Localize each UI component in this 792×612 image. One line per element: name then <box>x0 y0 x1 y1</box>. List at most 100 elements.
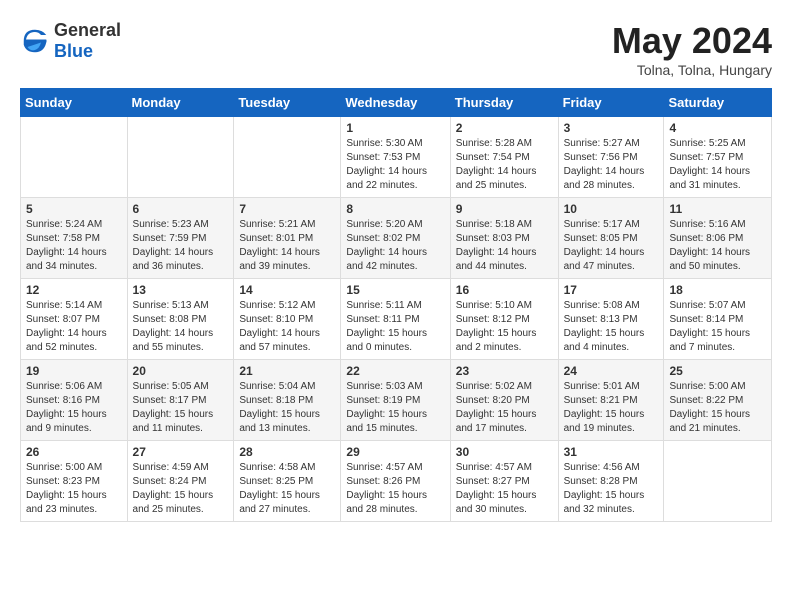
calendar-cell: 12 Sunrise: 5:14 AM Sunset: 8:07 PM Dayli… <box>21 279 128 360</box>
day-info: Sunrise: 4:56 AM Sunset: 8:28 PM Dayligh… <box>564 461 659 517</box>
calendar-cell: 31 Sunrise: 4:56 AM Sunset: 8:28 PM Dayli… <box>558 441 664 522</box>
calendar-cell: 19 Sunrise: 5:06 AM Sunset: 8:16 PM Dayli… <box>21 360 128 441</box>
day-info: Sunrise: 5:12 AM Sunset: 8:10 PM Dayligh… <box>239 299 335 355</box>
day-number: 2 <box>456 121 553 135</box>
day-info: Sunrise: 5:11 AM Sunset: 8:11 PM Dayligh… <box>346 299 444 355</box>
header-wednesday: Wednesday <box>341 89 450 117</box>
day-number: 24 <box>564 364 659 378</box>
day-number: 3 <box>564 121 659 135</box>
day-info: Sunrise: 5:08 AM Sunset: 8:13 PM Dayligh… <box>564 299 659 355</box>
logo-general-text: General <box>54 20 121 41</box>
day-info: Sunrise: 5:18 AM Sunset: 8:03 PM Dayligh… <box>456 218 553 274</box>
calendar-week-row: 5 Sunrise: 5:24 AM Sunset: 7:58 PM Daylig… <box>21 198 772 279</box>
day-number: 26 <box>26 445 122 459</box>
day-number: 17 <box>564 283 659 297</box>
header-thursday: Thursday <box>450 89 558 117</box>
day-info: Sunrise: 5:05 AM Sunset: 8:17 PM Dayligh… <box>133 380 229 436</box>
day-info: Sunrise: 5:16 AM Sunset: 8:06 PM Dayligh… <box>669 218 766 274</box>
day-info: Sunrise: 5:00 AM Sunset: 8:22 PM Dayligh… <box>669 380 766 436</box>
calendar-cell <box>664 441 772 522</box>
weekday-header-row: Sunday Monday Tuesday Wednesday Thursday… <box>21 89 772 117</box>
day-number: 11 <box>669 202 766 216</box>
day-info: Sunrise: 5:07 AM Sunset: 8:14 PM Dayligh… <box>669 299 766 355</box>
day-info: Sunrise: 4:57 AM Sunset: 8:27 PM Dayligh… <box>456 461 553 517</box>
day-number: 12 <box>26 283 122 297</box>
calendar-cell: 27Sunrise: 4:59 AM Sunset: 8:24 PM Dayli… <box>127 441 234 522</box>
calendar-cell: 10Sunrise: 5:17 AM Sunset: 8:05 PM Dayli… <box>558 198 664 279</box>
header-saturday: Saturday <box>664 89 772 117</box>
day-info: Sunrise: 5:25 AM Sunset: 7:57 PM Dayligh… <box>669 137 766 193</box>
logo-icon <box>20 26 50 56</box>
day-number: 27 <box>133 445 229 459</box>
calendar-cell: 16Sunrise: 5:10 AM Sunset: 8:12 PM Dayli… <box>450 279 558 360</box>
calendar-cell: 4 Sunrise: 5:25 AM Sunset: 7:57 PM Daylig… <box>664 117 772 198</box>
calendar-cell: 1 Sunrise: 5:30 AM Sunset: 7:53 PM Daylig… <box>341 117 450 198</box>
logo-text: General Blue <box>54 20 121 62</box>
day-number: 1 <box>346 121 444 135</box>
day-number: 7 <box>239 202 335 216</box>
logo-blue-text: Blue <box>54 41 121 62</box>
day-info: Sunrise: 5:28 AM Sunset: 7:54 PM Dayligh… <box>456 137 553 193</box>
day-number: 9 <box>456 202 553 216</box>
day-info: Sunrise: 5:24 AM Sunset: 7:58 PM Dayligh… <box>26 218 122 274</box>
calendar-cell: 18 Sunrise: 5:07 AM Sunset: 8:14 PM Dayli… <box>664 279 772 360</box>
calendar-cell: 25 Sunrise: 5:00 AM Sunset: 8:22 PM Dayli… <box>664 360 772 441</box>
day-number: 5 <box>26 202 122 216</box>
day-number: 14 <box>239 283 335 297</box>
day-number: 31 <box>564 445 659 459</box>
calendar-cell: 3 Sunrise: 5:27 AM Sunset: 7:56 PM Daylig… <box>558 117 664 198</box>
calendar-cell: 24Sunrise: 5:01 AM Sunset: 8:21 PM Dayli… <box>558 360 664 441</box>
header-sunday: Sunday <box>21 89 128 117</box>
day-number: 25 <box>669 364 766 378</box>
day-info: Sunrise: 5:27 AM Sunset: 7:56 PM Dayligh… <box>564 137 659 193</box>
day-number: 6 <box>133 202 229 216</box>
day-number: 19 <box>26 364 122 378</box>
day-info: Sunrise: 5:23 AM Sunset: 7:59 PM Dayligh… <box>133 218 229 274</box>
calendar-cell: 13 Sunrise: 5:13 AM Sunset: 8:08 PM Dayli… <box>127 279 234 360</box>
day-info: Sunrise: 4:57 AM Sunset: 8:26 PM Dayligh… <box>346 461 444 517</box>
day-number: 18 <box>669 283 766 297</box>
day-number: 20 <box>133 364 229 378</box>
day-number: 4 <box>669 121 766 135</box>
calendar-cell: 23Sunrise: 5:02 AM Sunset: 8:20 PM Dayli… <box>450 360 558 441</box>
day-info: Sunrise: 5:02 AM Sunset: 8:20 PM Dayligh… <box>456 380 553 436</box>
day-number: 13 <box>133 283 229 297</box>
day-info: Sunrise: 5:30 AM Sunset: 7:53 PM Dayligh… <box>346 137 444 193</box>
calendar-cell: 30 Sunrise: 4:57 AM Sunset: 8:27 PM Dayli… <box>450 441 558 522</box>
day-number: 15 <box>346 283 444 297</box>
month-year-title: May 2024 <box>612 20 772 62</box>
calendar-cell: 11 Sunrise: 5:16 AM Sunset: 8:06 PM Dayli… <box>664 198 772 279</box>
day-info: Sunrise: 5:20 AM Sunset: 8:02 PM Dayligh… <box>346 218 444 274</box>
calendar-cell: 21Sunrise: 5:04 AM Sunset: 8:18 PM Dayli… <box>234 360 341 441</box>
day-info: Sunrise: 5:14 AM Sunset: 8:07 PM Dayligh… <box>26 299 122 355</box>
day-number: 28 <box>239 445 335 459</box>
day-info: Sunrise: 5:04 AM Sunset: 8:18 PM Dayligh… <box>239 380 335 436</box>
calendar-cell: 15 Sunrise: 5:11 AM Sunset: 8:11 PM Dayli… <box>341 279 450 360</box>
calendar-cell: 6 Sunrise: 5:23 AM Sunset: 7:59 PM Daylig… <box>127 198 234 279</box>
calendar-cell: 2 Sunrise: 5:28 AM Sunset: 7:54 PM Daylig… <box>450 117 558 198</box>
calendar-cell: 14 Sunrise: 5:12 AM Sunset: 8:10 PM Dayli… <box>234 279 341 360</box>
day-info: Sunrise: 5:17 AM Sunset: 8:05 PM Dayligh… <box>564 218 659 274</box>
day-info: Sunrise: 5:13 AM Sunset: 8:08 PM Dayligh… <box>133 299 229 355</box>
calendar-cell: 26 Sunrise: 5:00 AM Sunset: 8:23 PM Dayli… <box>21 441 128 522</box>
calendar-cell: 20 Sunrise: 5:05 AM Sunset: 8:17 PM Dayli… <box>127 360 234 441</box>
day-number: 30 <box>456 445 553 459</box>
day-info: Sunrise: 5:00 AM Sunset: 8:23 PM Dayligh… <box>26 461 122 517</box>
calendar-cell: 8Sunrise: 5:20 AM Sunset: 8:02 PM Daylig… <box>341 198 450 279</box>
day-number: 16 <box>456 283 553 297</box>
day-info: Sunrise: 4:58 AM Sunset: 8:25 PM Dayligh… <box>239 461 335 517</box>
header-friday: Friday <box>558 89 664 117</box>
title-block: May 2024 Tolna, Tolna, Hungary <box>612 20 772 78</box>
calendar-week-row: 19 Sunrise: 5:06 AM Sunset: 8:16 PM Dayli… <box>21 360 772 441</box>
calendar-cell <box>21 117 128 198</box>
day-number: 29 <box>346 445 444 459</box>
calendar-cell: 17 Sunrise: 5:08 AM Sunset: 8:13 PM Dayli… <box>558 279 664 360</box>
header-monday: Monday <box>127 89 234 117</box>
calendar-cell <box>234 117 341 198</box>
calendar-cell: 9 Sunrise: 5:18 AM Sunset: 8:03 PM Daylig… <box>450 198 558 279</box>
day-info: Sunrise: 5:06 AM Sunset: 8:16 PM Dayligh… <box>26 380 122 436</box>
calendar-cell: 29 Sunrise: 4:57 AM Sunset: 8:26 PM Dayli… <box>341 441 450 522</box>
calendar-cell: 5 Sunrise: 5:24 AM Sunset: 7:58 PM Daylig… <box>21 198 128 279</box>
calendar-cell: 22Sunrise: 5:03 AM Sunset: 8:19 PM Dayli… <box>341 360 450 441</box>
calendar-cell: 28 Sunrise: 4:58 AM Sunset: 8:25 PM Dayli… <box>234 441 341 522</box>
